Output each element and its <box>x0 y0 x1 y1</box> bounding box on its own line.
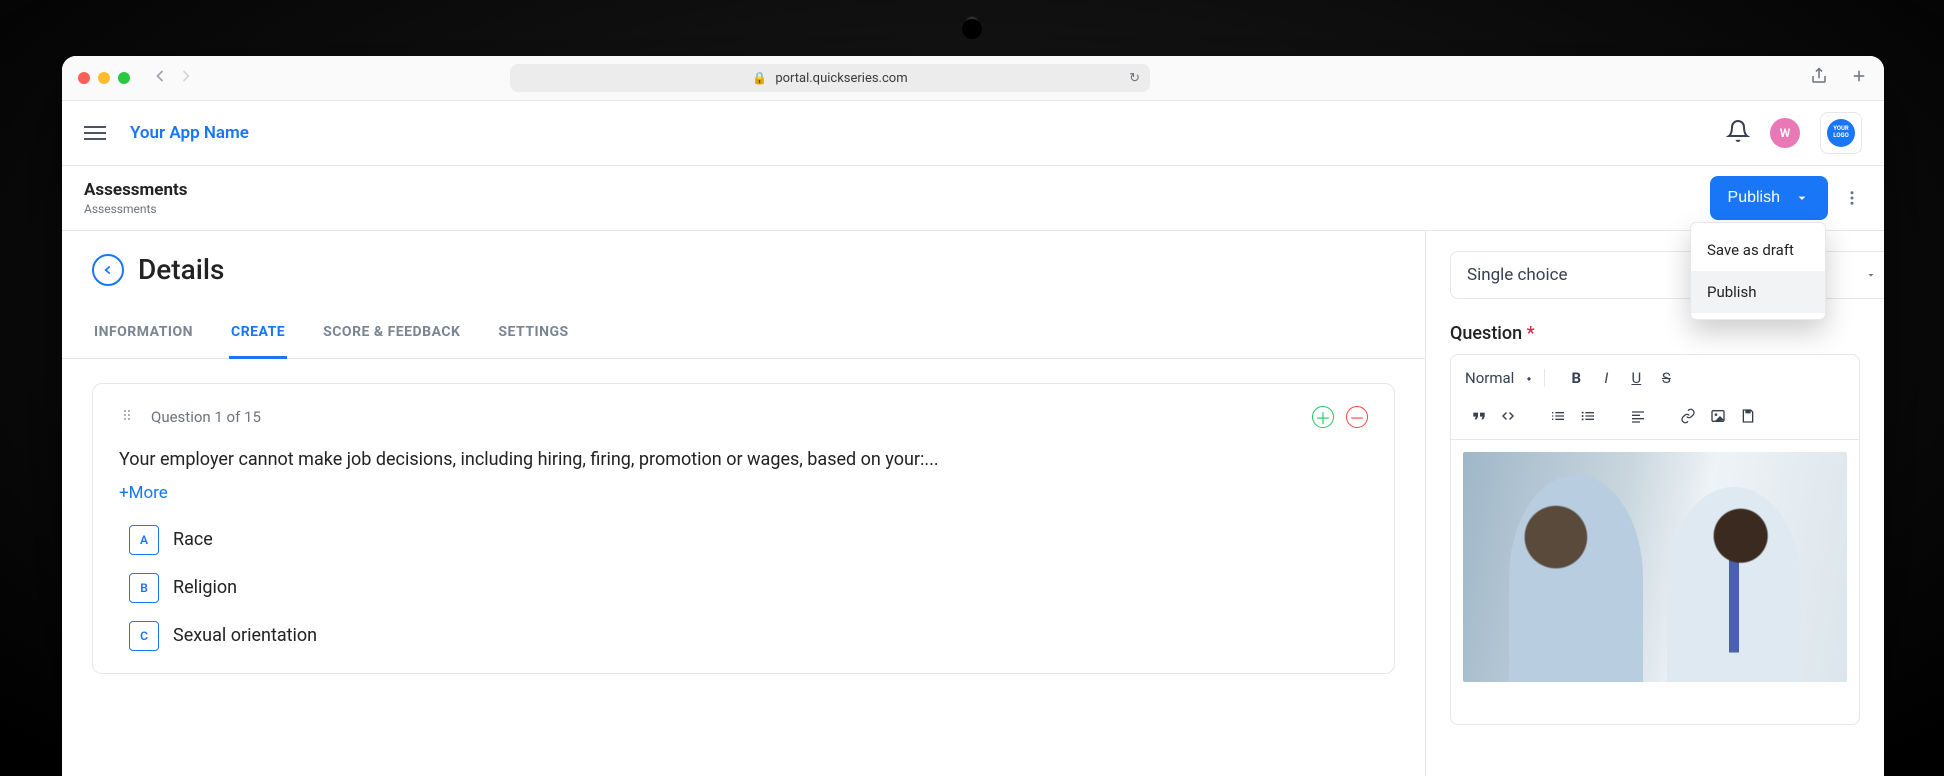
save-icon[interactable] <box>1735 403 1761 429</box>
content-body: Details Information Create Score & Feedb… <box>62 231 1884 776</box>
page-title: Details <box>138 253 224 286</box>
browser-window: 🔒 portal.quickseries.com ↻ Your App Name… <box>62 56 1884 776</box>
avatar[interactable]: W <box>1770 118 1800 148</box>
answer-option[interactable]: C Sexual orientation <box>129 621 1368 651</box>
close-window-icon[interactable] <box>78 72 90 84</box>
underline-icon[interactable]: U <box>1623 365 1649 391</box>
ordered-list-icon[interactable] <box>1545 403 1571 429</box>
editor-body[interactable] <box>1451 440 1859 724</box>
publish-dropdown: Save as draft Publish <box>1690 222 1826 320</box>
answer-letter: A <box>129 525 159 555</box>
tabs: Information Create Score & Feedback Sett… <box>62 308 1425 359</box>
chevron-down-icon <box>1794 190 1810 206</box>
crumb-title: Assessments <box>84 180 187 200</box>
url-bar[interactable]: 🔒 portal.quickseries.com ↻ <box>510 64 1150 92</box>
format-select[interactable]: Normal <box>1465 369 1545 387</box>
nav-arrows <box>150 66 196 90</box>
answer-list: A Race B Religion C Sexual orientation <box>119 525 1368 651</box>
answer-label: Religion <box>173 577 237 598</box>
titlebar-actions <box>1810 67 1868 89</box>
dropdown-publish[interactable]: Publish <box>1691 271 1825 313</box>
answer-option[interactable]: B Religion <box>129 573 1368 603</box>
editor-toolbar: Normal B I U S <box>1451 355 1859 440</box>
bell-icon[interactable] <box>1726 119 1750 147</box>
app-name[interactable]: Your App Name <box>130 123 249 143</box>
tab-create[interactable]: Create <box>229 308 287 359</box>
question-counter: Question 1 of 15 <box>151 408 261 426</box>
unordered-list-icon[interactable] <box>1575 403 1601 429</box>
answer-label: Sexual orientation <box>173 625 317 646</box>
answer-label: Race <box>173 529 213 550</box>
image-icon[interactable] <box>1705 403 1731 429</box>
chevron-down-icon <box>1865 269 1877 281</box>
main-column: Details Information Create Score & Feedb… <box>62 231 1426 776</box>
question-card: Question 1 of 15 ＋ － Your employer canno… <box>92 383 1395 674</box>
tab-information[interactable]: Information <box>92 308 195 358</box>
back-button[interactable] <box>92 254 124 286</box>
drag-handle-icon[interactable] <box>119 407 135 427</box>
titlebar: 🔒 portal.quickseries.com ↻ <box>62 56 1884 101</box>
new-tab-icon[interactable] <box>1850 67 1868 89</box>
bold-icon[interactable]: B <box>1563 365 1589 391</box>
code-icon[interactable] <box>1495 403 1521 429</box>
lock-icon: 🔒 <box>752 71 767 85</box>
forward-icon[interactable] <box>176 66 196 90</box>
question-field-label: Question * <box>1450 323 1860 344</box>
dropdown-save-draft[interactable]: Save as draft <box>1691 229 1825 271</box>
details-header: Details <box>62 231 1425 308</box>
link-icon[interactable] <box>1675 403 1701 429</box>
minimize-window-icon[interactable] <box>98 72 110 84</box>
remove-question-icon[interactable]: － <box>1346 406 1368 428</box>
answer-option[interactable]: A Race <box>129 525 1368 555</box>
back-icon[interactable] <box>150 66 170 90</box>
add-question-icon[interactable]: ＋ <box>1312 406 1334 428</box>
expand-more-link[interactable]: +More <box>119 483 1368 503</box>
camera-notch <box>966 23 978 35</box>
reload-icon[interactable]: ↻ <box>1129 71 1140 86</box>
align-icon[interactable] <box>1625 403 1651 429</box>
tab-settings[interactable]: Settings <box>496 308 570 358</box>
tab-score[interactable]: Score & Feedback <box>321 308 462 358</box>
maximize-window-icon[interactable] <box>118 72 130 84</box>
crumb-subtitle: Assessments <box>84 202 187 216</box>
blockquote-icon[interactable] <box>1465 403 1491 429</box>
question-text: Your employer cannot make job decisions,… <box>119 446 1368 475</box>
italic-icon[interactable]: I <box>1593 365 1619 391</box>
org-logo[interactable]: YOUR LOGO <box>1820 112 1862 154</box>
answer-letter: C <box>129 621 159 651</box>
menu-icon[interactable] <box>84 126 106 140</box>
answer-letter: B <box>129 573 159 603</box>
app-header: Your App Name W YOUR LOGO <box>62 101 1884 166</box>
publish-button[interactable]: Publish <box>1710 176 1828 220</box>
page-crumb-bar: Assessments Assessments Publish Save as … <box>62 166 1884 231</box>
window-controls <box>78 72 130 84</box>
url-text: portal.quickseries.com <box>775 71 907 86</box>
question-image[interactable] <box>1463 452 1847 682</box>
more-actions-icon[interactable] <box>1842 180 1862 216</box>
strike-icon[interactable]: S <box>1653 365 1679 391</box>
rich-text-editor: Normal B I U S <box>1450 354 1860 725</box>
share-icon[interactable] <box>1810 67 1828 89</box>
